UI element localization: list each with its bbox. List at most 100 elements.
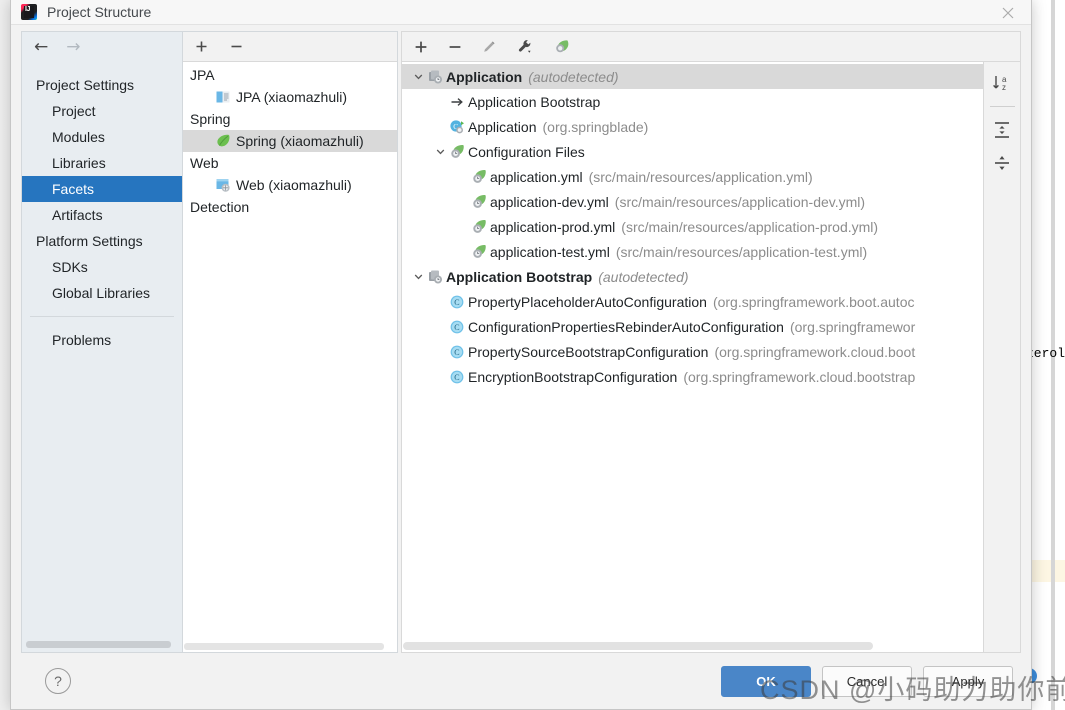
facet-group-spring: Spring	[190, 111, 231, 127]
close-icon[interactable]	[985, 0, 1031, 25]
tree-row-location: (org.springframework.cloud.boot	[714, 343, 916, 360]
sidebar-item-libraries[interactable]: Libraries	[22, 150, 182, 176]
nav-list: Project Settings Project Modules Libraries F…	[22, 62, 182, 639]
facet-item[interactable]: Web (xiaomazhuli)	[183, 174, 397, 196]
sort-az-icon[interactable]: a z	[987, 70, 1017, 96]
spring-context-icon	[426, 269, 444, 285]
add-context-button[interactable]	[414, 40, 428, 54]
context-tree-wrapper: Application (autodetected) Application Boo…	[402, 62, 983, 652]
add-facet-button[interactable]	[195, 40, 208, 53]
svg-text:z: z	[1002, 83, 1006, 92]
tree-row-location: (autodetected)	[598, 268, 689, 285]
java-class-icon: C	[448, 344, 466, 360]
tree-row-label: application-prod.yml	[490, 218, 616, 235]
expand-all-icon[interactable]	[987, 117, 1017, 143]
tree-horizontal-scrollbar[interactable]	[402, 640, 983, 652]
dialog-footer: ? OK Cancel Apply	[11, 653, 1031, 709]
spring-leaf-icon	[215, 133, 231, 149]
tree-row[interactable]: C ConfigurationPropertiesRebinderAutoConf…	[402, 314, 983, 339]
chevron-down-icon[interactable]	[432, 146, 448, 157]
facets-panel: JPA JPA (xiaomazhuli) Spring Spring (xiaoma…	[183, 31, 398, 653]
dialog-titlebar: IJ Project Structure	[11, 0, 1031, 25]
facet-group-jpa: JPA	[190, 67, 215, 83]
sidebar-item-modules[interactable]: Modules	[22, 124, 182, 150]
facet-group-detection: Detection	[190, 199, 250, 215]
collapse-all-icon[interactable]	[987, 150, 1017, 176]
tree-row[interactable]: application.yml (src/main/resources/appli…	[402, 164, 983, 189]
spring-file-icon	[448, 144, 466, 160]
tree-row[interactable]: application-dev.yml (src/main/resources/a…	[402, 189, 983, 214]
facet-item[interactable]: JPA (xiaomazhuli)	[183, 86, 397, 108]
tree-row[interactable]: C EncryptionBootstrapConfiguration (org.sp…	[402, 364, 983, 389]
tree-row-location: (org.springblade)	[542, 118, 649, 135]
facets-horizontal-scrollbar[interactable]	[183, 641, 397, 652]
tree-row-label: ConfigurationPropertiesRebinderAutoConfi…	[468, 318, 784, 335]
web-facet-icon	[215, 177, 231, 193]
svg-text:C: C	[454, 348, 459, 357]
facets-toolbar	[183, 32, 397, 62]
tree-row-location: (org.springframework.boot.autoc	[712, 293, 915, 310]
tree-row-label: application-dev.yml	[490, 193, 609, 210]
ok-button[interactable]: OK	[721, 665, 811, 697]
tree-row-location: (src/main/resources/application.yml)	[588, 168, 813, 185]
facet-item[interactable]: Spring (xiaomazhuli)	[183, 130, 397, 152]
remove-facet-button[interactable]	[230, 40, 243, 53]
spring-file-icon	[470, 169, 488, 185]
help-button[interactable]: ?	[45, 668, 71, 694]
java-class-icon: C	[448, 369, 466, 385]
arrow-left-icon[interactable]: ←	[34, 38, 48, 56]
toolbar-divider	[989, 106, 1015, 107]
svg-text:C: C	[454, 323, 459, 332]
tree-row[interactable]: Application Bootstrap	[402, 89, 983, 114]
wrench-icon[interactable]	[517, 39, 534, 54]
spring-file-icon	[470, 219, 488, 235]
tree-row-label: application.yml	[490, 168, 583, 185]
tree-row-location: (org.springframework.cloud.bootstrap	[683, 368, 916, 385]
dialog-title: Project Structure	[47, 4, 152, 20]
tree-row-label: Configuration Files	[468, 143, 585, 160]
jpa-facet-icon	[215, 89, 231, 105]
tree-row[interactable]: application-prod.yml (src/main/resources/…	[402, 214, 983, 239]
sidebar-item-facets[interactable]: Facets	[22, 176, 182, 202]
tree-row-label: PropertySourceBootstrapConfiguration	[468, 343, 709, 360]
sidebar-item-artifacts[interactable]: Artifacts	[22, 202, 182, 228]
sidebar-item-global-libraries[interactable]: Global Libraries	[22, 280, 182, 306]
project-structure-dialog: IJ Project Structure ← → Project Setting…	[10, 0, 1032, 710]
java-class-icon: C	[448, 294, 466, 310]
class-config-icon: C	[448, 119, 466, 135]
sidebar-item-project[interactable]: Project	[22, 98, 182, 124]
spring-context-icon	[426, 69, 444, 85]
detail-toolbar	[401, 31, 1021, 61]
arrow-right-icon[interactable]: →	[66, 38, 80, 56]
spring-file-icon	[470, 194, 488, 210]
tree-row[interactable]: Application Bootstrap (autodetected)	[402, 264, 983, 289]
detail-main: Application (autodetected) Application Boo…	[401, 61, 1021, 653]
tree-row-location: (src/main/resources/application-prod.yml…	[621, 218, 879, 235]
pencil-icon[interactable]	[482, 39, 497, 54]
tree-row[interactable]: C PropertySourceBootstrapConfiguration (or…	[402, 339, 983, 364]
nav-horizontal-scrollbar[interactable]	[24, 639, 180, 649]
cancel-button[interactable]: Cancel	[822, 665, 912, 697]
arrow-right-icon	[448, 94, 466, 110]
apply-button[interactable]: Apply	[923, 665, 1013, 697]
nav-group-header: Project Settings	[36, 77, 135, 93]
tree-row-location: (src/main/resources/application-dev.yml)	[614, 193, 866, 210]
tree-row[interactable]: Configuration Files	[402, 139, 983, 164]
dialog-body: ← → Project Settings Project Modules Librar…	[11, 25, 1031, 653]
tree-row[interactable]: application-test.yml (src/main/resources/…	[402, 239, 983, 264]
facet-item-label: JPA (xiaomazhuli)	[236, 89, 348, 105]
tree-row[interactable]: C PropertyPlaceholderAutoConfiguration (or…	[402, 289, 983, 314]
tree-row-location: (autodetected)	[528, 68, 619, 85]
tree-row[interactable]: C Application (org.springblade)	[402, 114, 983, 139]
sidebar-item-sdks[interactable]: SDKs	[22, 254, 182, 280]
sidebar-item-problems[interactable]: Problems	[22, 327, 182, 353]
tree-row[interactable]: Application (autodetected)	[402, 64, 983, 89]
remove-context-button[interactable]	[448, 40, 462, 54]
tree-side-toolbar: a z	[983, 62, 1020, 652]
tree-row-label: Application Bootstrap	[468, 93, 601, 110]
tree-row-location: (src/main/resources/application-test.yml…	[615, 243, 868, 260]
chevron-down-icon[interactable]	[410, 71, 426, 82]
spring-gear-icon[interactable]	[554, 39, 571, 54]
facet-item-label: Web (xiaomazhuli)	[236, 177, 352, 193]
chevron-down-icon[interactable]	[410, 271, 426, 282]
